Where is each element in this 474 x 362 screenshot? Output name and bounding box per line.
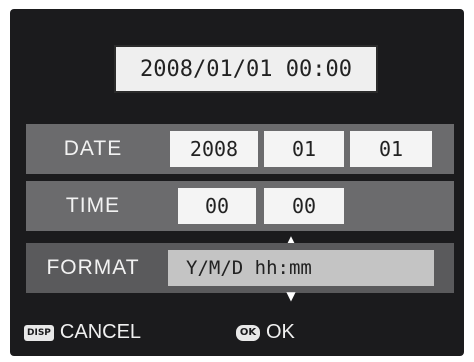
footer-bar: DISP CANCEL OK OK bbox=[10, 309, 464, 356]
datetime-preview-text: 2008/01/01 00:00 bbox=[140, 56, 352, 82]
year-field[interactable]: 2008 bbox=[170, 131, 258, 167]
date-row: DATE 2008 01 01 bbox=[26, 124, 454, 174]
ok-key-icon: OK bbox=[236, 324, 260, 341]
date-label: DATE bbox=[63, 137, 123, 160]
date-settings-screen: 2008/01/01 00:00 DATE 2008 01 01 TIME 00… bbox=[10, 9, 464, 356]
time-label: TIME bbox=[65, 194, 121, 217]
ok-label: OK bbox=[266, 321, 295, 343]
cancel-label: CANCEL bbox=[59, 321, 142, 343]
ok-button[interactable]: OK OK bbox=[236, 321, 295, 344]
hour-field[interactable]: 00 bbox=[178, 188, 256, 224]
month-field[interactable]: 01 bbox=[264, 131, 344, 167]
minute-field[interactable]: 00 bbox=[264, 188, 344, 224]
scroll-down-icon[interactable]: ▼ bbox=[282, 290, 300, 302]
format-label: FORMAT bbox=[46, 256, 140, 279]
disp-key-icon: DISP bbox=[24, 324, 54, 341]
day-field[interactable]: 01 bbox=[350, 131, 432, 167]
format-row: FORMAT Y/M/D hh:mm bbox=[26, 243, 454, 293]
time-row: TIME 00 00 bbox=[26, 181, 454, 231]
cancel-button[interactable]: DISP CANCEL bbox=[24, 321, 141, 344]
format-selector[interactable]: Y/M/D hh:mm bbox=[168, 250, 434, 286]
datetime-preview: 2008/01/01 00:00 bbox=[114, 45, 378, 93]
